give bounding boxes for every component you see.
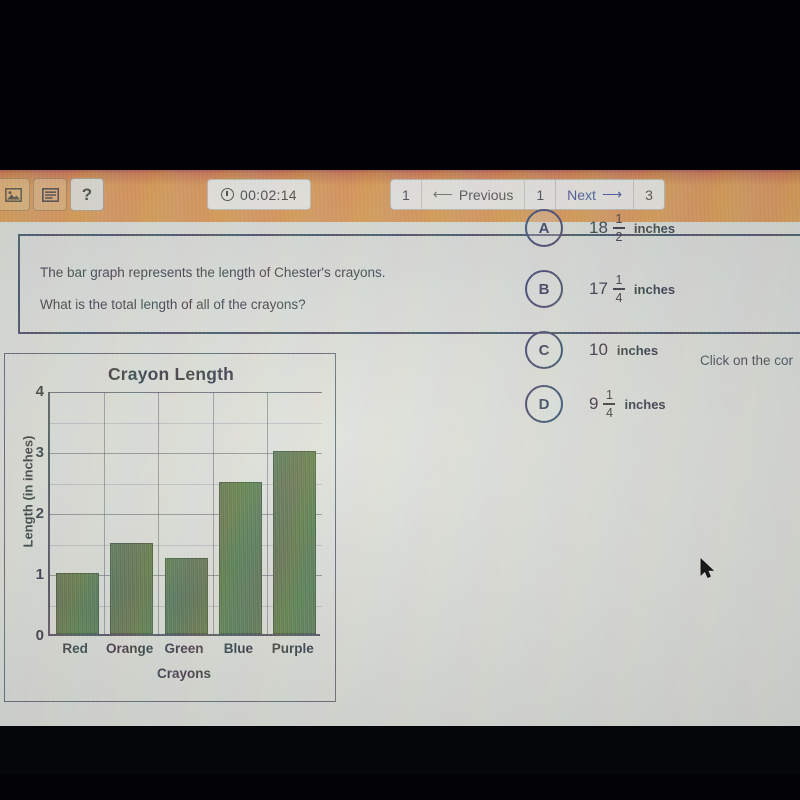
answer-fraction: 12 bbox=[612, 211, 625, 244]
timer-value: 00:02:14 bbox=[240, 186, 297, 203]
y-tick-4: 4 bbox=[35, 383, 44, 400]
x-label-purple: Purple bbox=[271, 641, 314, 656]
answer-radio-c[interactable]: C bbox=[525, 331, 563, 369]
clock-icon bbox=[221, 188, 234, 201]
arrow-right-icon: ⟶ bbox=[601, 186, 623, 202]
screenshot-root: ? 00:02:14 1 ⟵ Previous 1 Next ⟶ 3 The b… bbox=[0, 0, 800, 800]
chart-plot-area: 4 3 2 1 0 bbox=[36, 383, 322, 644]
fraction-denominator: 2 bbox=[615, 229, 623, 244]
answer-text-b: 17 1 4 inches bbox=[589, 274, 675, 305]
nav-last-number[interactable]: 3 bbox=[634, 180, 664, 209]
answer-text-d: 9 1 4 inches bbox=[589, 389, 666, 420]
help-tool-button[interactable]: ? bbox=[70, 178, 104, 211]
y-tick-2: 2 bbox=[35, 505, 44, 522]
previous-button[interactable]: ⟵ Previous bbox=[422, 180, 526, 209]
previous-label: Previous bbox=[458, 186, 514, 203]
current-page-number: 1 bbox=[525, 180, 557, 209]
answer-option-a[interactable]: A 18 1 2 inches bbox=[525, 209, 675, 247]
fraction-bar bbox=[603, 403, 616, 405]
bar-orange bbox=[110, 542, 154, 634]
answer-instruction: Click on the cor bbox=[700, 353, 794, 368]
x-label-orange: Orange bbox=[105, 641, 154, 656]
answer-text-a: 18 1 2 inches bbox=[589, 213, 675, 244]
chart-title: Crayon Length bbox=[107, 364, 235, 384]
answer-whole-number: 9 bbox=[589, 394, 599, 413]
question-line-2: What is the total length of all of the c… bbox=[40, 297, 306, 312]
x-label-blue: Blue bbox=[223, 641, 254, 656]
next-label: Next bbox=[567, 186, 596, 203]
answer-whole-number: 18 bbox=[589, 218, 608, 237]
bar-chart-figure: Crayon Length Length (in inches) 4 3 2 1… bbox=[4, 353, 336, 702]
answer-radio-a[interactable]: A bbox=[525, 209, 563, 247]
answer-whole-number: 10 bbox=[589, 340, 608, 359]
assessment-toolbar: ? 00:02:14 1 ⟵ Previous 1 Next ⟶ 3 bbox=[0, 170, 800, 222]
list-icon bbox=[41, 187, 59, 202]
bar-green bbox=[164, 557, 208, 634]
answer-units: inches bbox=[624, 396, 666, 412]
photographed-screen: ? 00:02:14 1 ⟵ Previous 1 Next ⟶ 3 The b… bbox=[0, 170, 800, 726]
arrow-left-icon: ⟵ bbox=[432, 186, 453, 202]
question-line-1: The bar graph represents the length of C… bbox=[40, 265, 386, 280]
question-mark-icon: ? bbox=[81, 184, 93, 204]
answer-option-c[interactable]: C 10 inches bbox=[525, 331, 658, 369]
notes-tool-button[interactable] bbox=[33, 178, 67, 211]
fraction-bar bbox=[612, 288, 625, 290]
chart-bars bbox=[50, 390, 322, 634]
fraction-numerator: 1 bbox=[605, 387, 613, 402]
answer-option-b[interactable]: B 17 1 4 inches bbox=[525, 270, 675, 308]
fraction-denominator: 4 bbox=[605, 405, 613, 420]
photo-black-border-bottom bbox=[0, 774, 800, 800]
answer-fraction: 14 bbox=[612, 272, 625, 305]
bar-purple bbox=[273, 451, 317, 634]
answer-text-c: 10 inches bbox=[589, 340, 658, 360]
x-label-red: Red bbox=[62, 641, 88, 656]
next-button[interactable]: Next ⟶ bbox=[556, 180, 635, 209]
nav-first-number[interactable]: 1 bbox=[391, 180, 422, 209]
fraction-numerator: 1 bbox=[615, 272, 623, 287]
photo-black-border-top bbox=[0, 0, 800, 170]
answer-radio-b[interactable]: B bbox=[525, 270, 563, 308]
image-icon bbox=[4, 187, 22, 202]
answer-radio-d[interactable]: D bbox=[525, 385, 563, 423]
toolbar-tools: ? bbox=[0, 178, 104, 211]
chart-x-axis-label: Crayons bbox=[156, 666, 212, 681]
y-tick-3: 3 bbox=[35, 444, 44, 461]
answer-fraction: 14 bbox=[603, 387, 616, 420]
image-tool-button[interactable] bbox=[0, 178, 30, 211]
fraction-bar bbox=[612, 227, 625, 229]
answer-option-d[interactable]: D 9 1 4 inches bbox=[525, 385, 666, 423]
answer-whole-number: 17 bbox=[589, 279, 608, 298]
chart-y-axis-label: Length (in inches) bbox=[20, 435, 36, 548]
bar-red bbox=[55, 573, 99, 634]
y-tick-1: 1 bbox=[35, 566, 44, 583]
bar-blue bbox=[218, 481, 262, 634]
fraction-denominator: 4 bbox=[615, 290, 623, 305]
question-navigation: 1 ⟵ Previous 1 Next ⟶ 3 bbox=[390, 179, 666, 210]
mouse-cursor bbox=[700, 558, 716, 585]
answer-units: inches bbox=[633, 220, 676, 236]
answer-units: inches bbox=[616, 342, 659, 358]
y-tick-0: 0 bbox=[35, 627, 44, 644]
question-panel: The bar graph represents the length of C… bbox=[18, 234, 800, 334]
x-label-green: Green bbox=[164, 641, 204, 656]
answer-units: inches bbox=[633, 281, 676, 297]
fraction-numerator: 1 bbox=[615, 211, 623, 226]
question-timer: 00:02:14 bbox=[207, 179, 311, 210]
